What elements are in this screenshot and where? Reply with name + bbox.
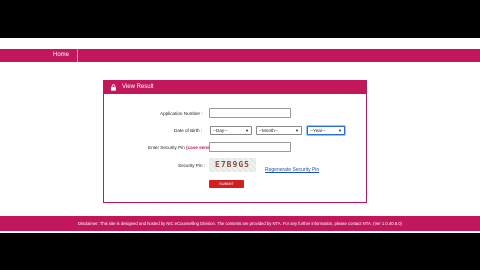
security-pin-input[interactable] (209, 142, 291, 152)
chevron-down-icon: ▼ (245, 128, 249, 133)
year-select-value: --Year-- (310, 128, 326, 133)
security-pin-label-text: Enter Security Pin (148, 145, 185, 150)
month-select-value: --Month-- (259, 128, 278, 133)
captcha-image: E7B9G5 (209, 158, 256, 172)
lock-icon (111, 84, 116, 91)
chevron-down-icon: ▼ (338, 128, 342, 133)
panel-title: View Result (122, 84, 154, 90)
security-pin-label: Security Pin : (178, 163, 206, 168)
application-number-input[interactable] (209, 108, 291, 118)
month-select[interactable]: --Month-- ▼ (256, 126, 302, 135)
day-select[interactable]: --Day-- ▼ (210, 126, 252, 135)
top-nav-bar: Home (0, 49, 480, 62)
chevron-down-icon: ▼ (295, 128, 299, 133)
footer-disclaimer: Disclaimer: This site is designed and ho… (0, 216, 480, 231)
submit-button[interactable]: SUBMIT (209, 180, 244, 188)
dob-label: Date of Birth : (174, 128, 203, 133)
day-select-value: --Day-- (213, 128, 228, 133)
home-tab[interactable]: Home (45, 49, 78, 62)
application-number-label: Application Number : (160, 111, 203, 116)
panel-header: View Result (104, 81, 366, 94)
year-select[interactable]: --Year-- ▼ (307, 126, 345, 135)
regenerate-security-pin-link[interactable]: Regenerate Security Pin (265, 167, 319, 173)
